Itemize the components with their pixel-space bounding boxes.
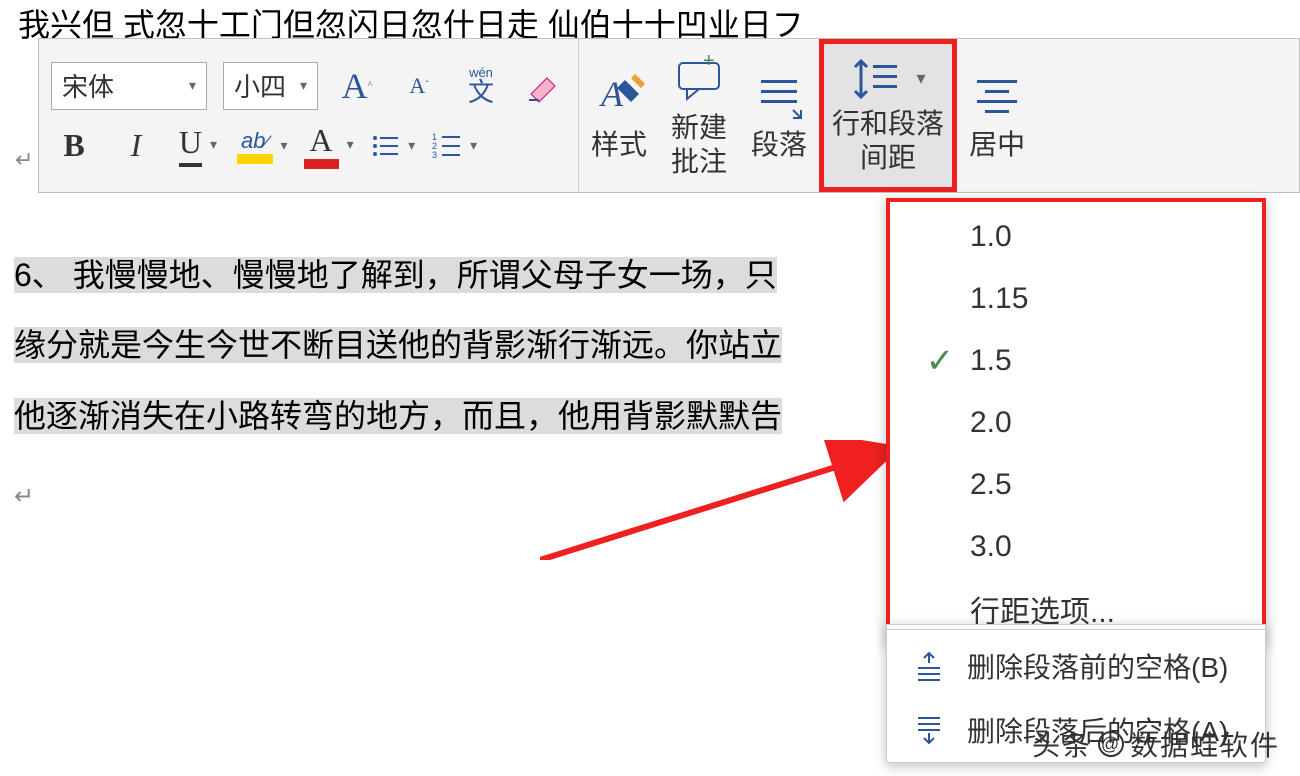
spacing-option-1.5[interactable]: ✓1.5: [890, 330, 1262, 392]
check-icon: ✓: [910, 341, 970, 381]
numbering-button[interactable]: 123▾: [432, 121, 478, 171]
highlight-button[interactable]: ab∕▾: [237, 121, 288, 171]
line-spacing-dropdown: 1.0 1.15 ✓1.5 2.0 2.5 3.0 行距选项...: [886, 198, 1266, 644]
line-spacing-button[interactable]: ▾ 行和段落间距: [819, 39, 957, 192]
svg-text:+: +: [703, 53, 715, 72]
shrink-font-button[interactable]: Aˇ: [396, 61, 442, 111]
italic-button[interactable]: I: [113, 121, 159, 171]
chevron-down-icon: ▾: [300, 77, 307, 94]
clear-formatting-button[interactable]: [520, 61, 566, 111]
styles-button[interactable]: A 样式: [579, 39, 659, 192]
font-name-select[interactable]: 宋体▾: [51, 62, 207, 110]
at-icon: @: [1098, 731, 1124, 757]
spacing-option-3.0[interactable]: 3.0: [890, 516, 1262, 578]
watermark: 头条 @ 数据蛙软件: [1032, 724, 1280, 764]
new-comment-button[interactable]: + 新建批注: [659, 39, 739, 192]
spacing-option-2.0[interactable]: 2.0: [890, 392, 1262, 454]
remove-space-before-button[interactable]: 删除段落前的空格(B): [887, 634, 1265, 698]
spacing-option-2.5[interactable]: 2.5: [890, 454, 1262, 516]
phonetic-guide-button[interactable]: wén 文: [458, 61, 504, 111]
font-color-button[interactable]: A▾: [304, 121, 354, 171]
spacing-option-1.15[interactable]: 1.15: [890, 268, 1262, 330]
bold-button[interactable]: B: [51, 121, 97, 171]
grow-font-button[interactable]: A^: [334, 61, 380, 111]
selected-text-line2: 缘分就是今生今世不断目送他的背影渐行渐远。你站立: [14, 327, 782, 363]
svg-text:3: 3: [432, 150, 437, 160]
chevron-down-icon: ▾: [189, 77, 196, 94]
font-size-select[interactable]: 小四▾: [223, 62, 318, 110]
selected-text-line3: 他逐渐消失在小路转弯的地方，而且，他用背影默默告: [14, 398, 782, 434]
mini-toolbar: ↵ 宋体▾ 小四▾ A^ Aˇ wén 文 B I U▾ ab∕▾ A▾: [38, 38, 1300, 193]
space-after-icon: [907, 715, 951, 745]
svg-text:A: A: [599, 74, 624, 114]
spacing-option-1.0[interactable]: 1.0: [890, 206, 1262, 268]
paragraph-button[interactable]: 段落: [739, 39, 819, 192]
space-before-icon: [907, 651, 951, 681]
underline-button[interactable]: U▾: [175, 121, 221, 171]
selected-text-line1: 6、 我慢慢地、慢慢地了解到，所谓父母子女一场，只: [14, 257, 777, 293]
para-mark-left: ↵: [15, 147, 33, 173]
bullets-button[interactable]: ▾: [370, 121, 416, 171]
center-align-button[interactable]: 居中: [957, 39, 1037, 192]
